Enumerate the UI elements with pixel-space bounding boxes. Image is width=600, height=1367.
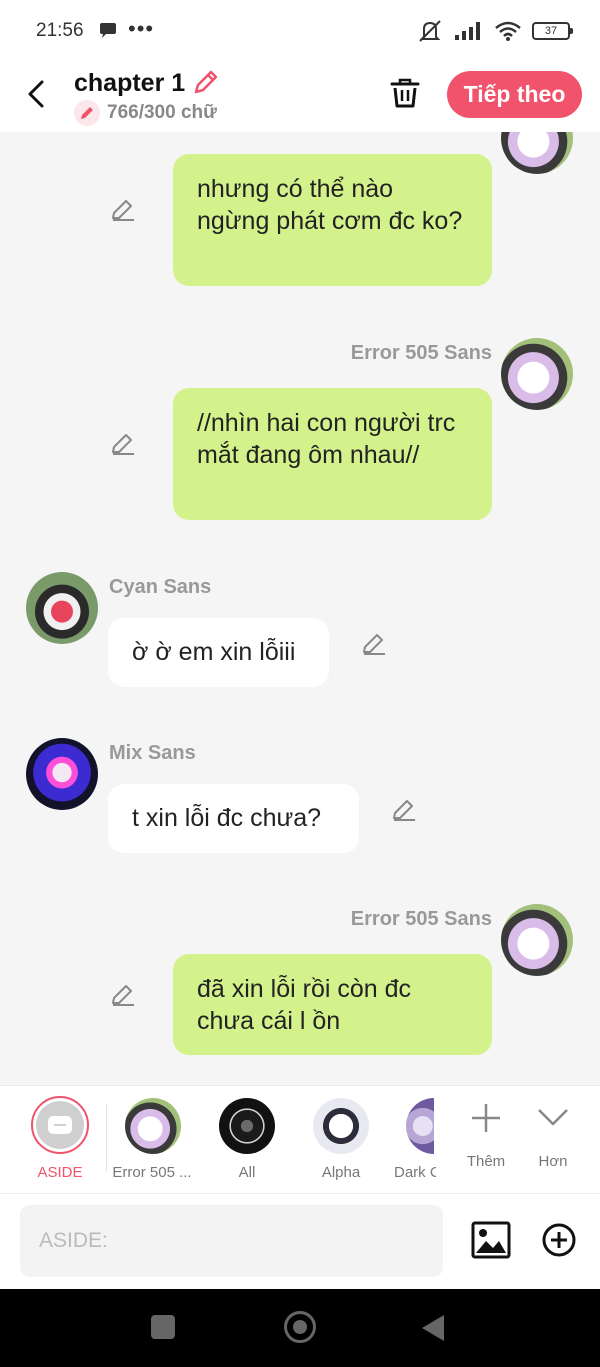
status-time: 21:56: [36, 20, 84, 41]
sender-name: Mix Sans: [109, 742, 196, 764]
chapter-title[interactable]: chapter 1: [74, 69, 185, 98]
trash-icon[interactable]: [388, 76, 422, 110]
edit-message-icon[interactable]: [110, 981, 136, 1007]
add-circle-icon[interactable]: [541, 1222, 577, 1258]
input-bar: ASIDE:: [0, 1193, 600, 1289]
aside-icon: [36, 1101, 84, 1149]
more-notifications-icon: •••: [128, 16, 155, 41]
character-label-all[interactable]: All: [207, 1164, 287, 1181]
character-label-alpha[interactable]: Alpha: [301, 1164, 381, 1181]
message-bubble[interactable]: nhưng có thể nào ngừng phát cơm đc ko?: [173, 154, 492, 286]
divider: [106, 1104, 107, 1172]
status-bar: 21:56 ••• 37: [0, 0, 600, 62]
character-label-error[interactable]: Error 505 ...: [110, 1164, 194, 1181]
message-bubble[interactable]: ờ ờ em xin lỗiii: [108, 618, 329, 687]
avatar-cyan-sans[interactable]: [26, 572, 98, 644]
sender-name: Cyan Sans: [109, 576, 212, 598]
chat-area: nhưng có thể nào ngừng phát cơm đc ko? E…: [0, 132, 600, 1085]
character-label-aside[interactable]: ASIDE: [20, 1164, 100, 1181]
message-bubble[interactable]: đã xin lỗi rồi còn đc chưa cái l ồn: [173, 954, 492, 1055]
edit-message-icon[interactable]: [110, 430, 136, 456]
edit-message-icon[interactable]: [361, 630, 387, 656]
avatar-error-505-sans[interactable]: [501, 338, 573, 410]
character-dark[interactable]: [406, 1098, 434, 1154]
chapter-header: chapter 1 766/300 chữ Tiếp theo: [0, 62, 600, 132]
add-character-label[interactable]: Thêm: [456, 1153, 516, 1170]
message-bubble[interactable]: //nhìn hai con người trc mắt đang ôm nha…: [173, 388, 492, 520]
chevron-down-icon[interactable]: [537, 1106, 569, 1128]
system-nav-bar: [0, 1289, 600, 1367]
mute-icon: [419, 20, 441, 42]
signal-icon: [455, 22, 480, 40]
sender-name: Error 505 Sans: [350, 342, 492, 364]
character-selector: ASIDE Error 505 ... All Alpha Dark C Thê…: [0, 1085, 600, 1193]
character-error-505-sans[interactable]: [125, 1098, 181, 1154]
character-alpha[interactable]: [313, 1098, 369, 1154]
word-count-pencil-icon: [74, 100, 100, 126]
edit-title-icon[interactable]: [192, 68, 220, 96]
back-arrow-icon[interactable]: [24, 78, 48, 110]
avatar-error-505-sans[interactable]: [501, 132, 573, 174]
plus-icon[interactable]: [470, 1102, 502, 1134]
sender-name: Error 505 Sans: [350, 908, 492, 930]
battery-icon: 37: [532, 22, 573, 40]
character-all[interactable]: [219, 1098, 275, 1154]
more-label[interactable]: Hơn: [523, 1153, 583, 1170]
edit-message-icon[interactable]: [391, 796, 417, 822]
wifi-icon: [495, 21, 521, 41]
system-back-button[interactable]: [422, 1315, 444, 1341]
next-button[interactable]: Tiếp theo: [447, 71, 582, 118]
message-bubble[interactable]: t xin lỗi đc chưa?: [108, 784, 359, 853]
message-input[interactable]: ASIDE:: [20, 1205, 443, 1277]
word-count: 766/300 chữ: [107, 102, 217, 123]
avatar-error-505-sans[interactable]: [501, 904, 573, 976]
image-icon[interactable]: [471, 1221, 511, 1259]
status-icons: 37: [416, 19, 573, 43]
character-aside[interactable]: [31, 1096, 89, 1154]
home-button[interactable]: [284, 1311, 316, 1343]
avatar-mix-sans[interactable]: [26, 738, 98, 810]
edit-message-icon[interactable]: [110, 196, 136, 222]
message-notification-icon: [100, 23, 116, 38]
character-label-dark[interactable]: Dark C: [394, 1164, 436, 1181]
recents-button[interactable]: [151, 1315, 175, 1339]
